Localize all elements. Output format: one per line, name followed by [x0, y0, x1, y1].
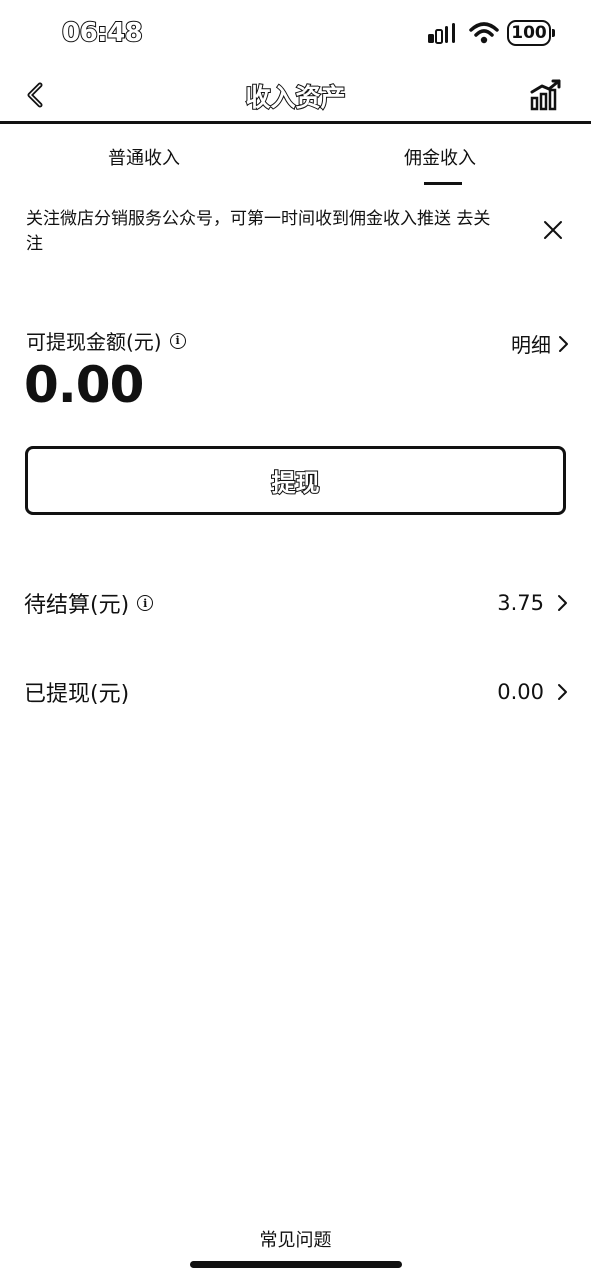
wifi-icon	[469, 22, 499, 44]
pending-amount: 3.75	[497, 591, 544, 615]
withdraw-button[interactable]: 提现	[25, 446, 566, 515]
status-icons: 100	[427, 20, 555, 46]
chevron-right-icon	[558, 684, 567, 700]
withdrawable-amount: 0.00	[24, 356, 144, 414]
withdrawn-amount: 0.00	[497, 680, 544, 704]
notice-text: 关注微店分销服务公众号，可第一时间收到佣金收入推送	[26, 209, 451, 229]
notice-close-button[interactable]	[543, 220, 563, 240]
pending-label: 待结算(元) i	[24, 587, 154, 619]
follow-notice: 关注微店分销服务公众号，可第一时间收到佣金收入推送 去关注	[26, 207, 506, 257]
info-icon[interactable]: i	[137, 595, 154, 611]
pending-label-text: 待结算(元)	[24, 593, 130, 618]
signal-icon	[428, 23, 455, 44]
withdrawn-row[interactable]: 已提现(元) 0.00	[24, 672, 568, 712]
battery-icon: 100	[507, 20, 555, 46]
stats-button[interactable]	[529, 78, 563, 112]
home-indicator[interactable]	[190, 1261, 402, 1268]
active-tab-indicator	[424, 182, 462, 185]
detail-link[interactable]: 明细	[511, 329, 569, 358]
withdrawn-label: 已提现(元)	[24, 676, 129, 708]
pending-value: 3.75	[497, 591, 568, 615]
pending-settlement-row[interactable]: 待结算(元) i 3.75	[24, 583, 568, 623]
faq-link[interactable]: 常见问题	[0, 1226, 591, 1252]
chevron-right-icon	[558, 595, 567, 611]
chevron-right-icon	[559, 335, 568, 352]
withdrawn-label-text: 已提现(元)	[24, 682, 130, 707]
info-icon[interactable]: i	[169, 332, 186, 349]
battery-level: 100	[511, 23, 547, 43]
withdrawn-value: 0.00	[497, 680, 568, 704]
close-icon	[544, 221, 562, 239]
nav-divider	[0, 121, 591, 124]
status-time: 06:48	[61, 17, 144, 49]
withdrawable-label: 可提现金额(元) i	[26, 326, 186, 355]
page-title: 收入资产	[244, 82, 346, 113]
detail-link-text: 明细	[511, 333, 551, 357]
tab-normal-income[interactable]: 普通收入	[108, 144, 180, 170]
withdrawable-label-text: 可提现金额(元)	[26, 330, 162, 354]
bar-chart-trend-icon	[530, 79, 561, 111]
tab-commission-income[interactable]: 佣金收入	[404, 144, 476, 170]
